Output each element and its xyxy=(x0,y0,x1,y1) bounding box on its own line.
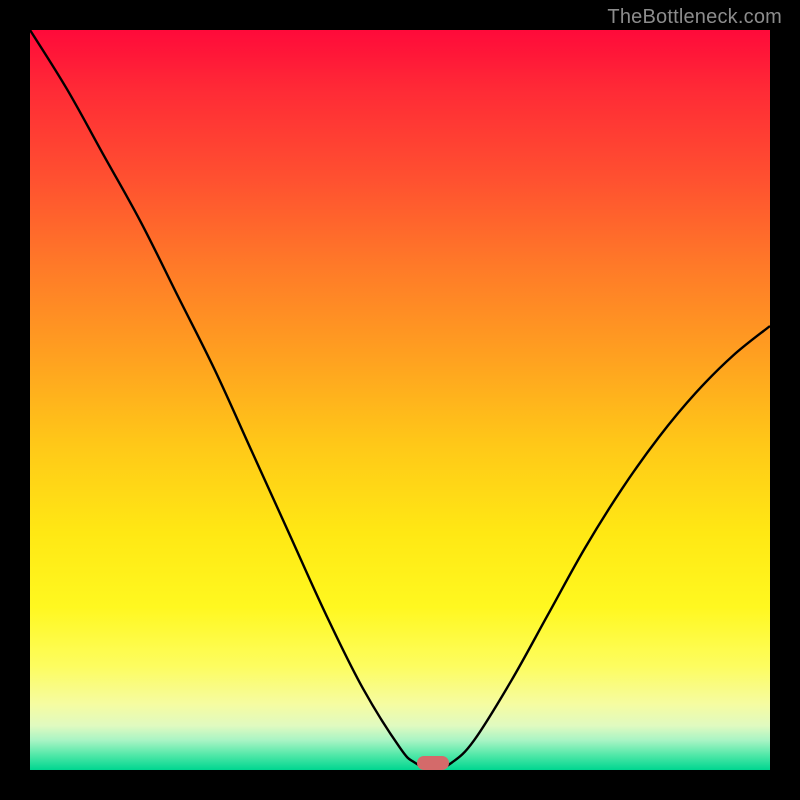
bottleneck-curve xyxy=(30,30,770,770)
curve-path xyxy=(30,30,770,770)
optimal-point-marker xyxy=(417,756,449,770)
chart-frame: TheBottleneck.com xyxy=(0,0,800,800)
plot-area xyxy=(30,30,770,770)
watermark-text: TheBottleneck.com xyxy=(607,6,782,29)
